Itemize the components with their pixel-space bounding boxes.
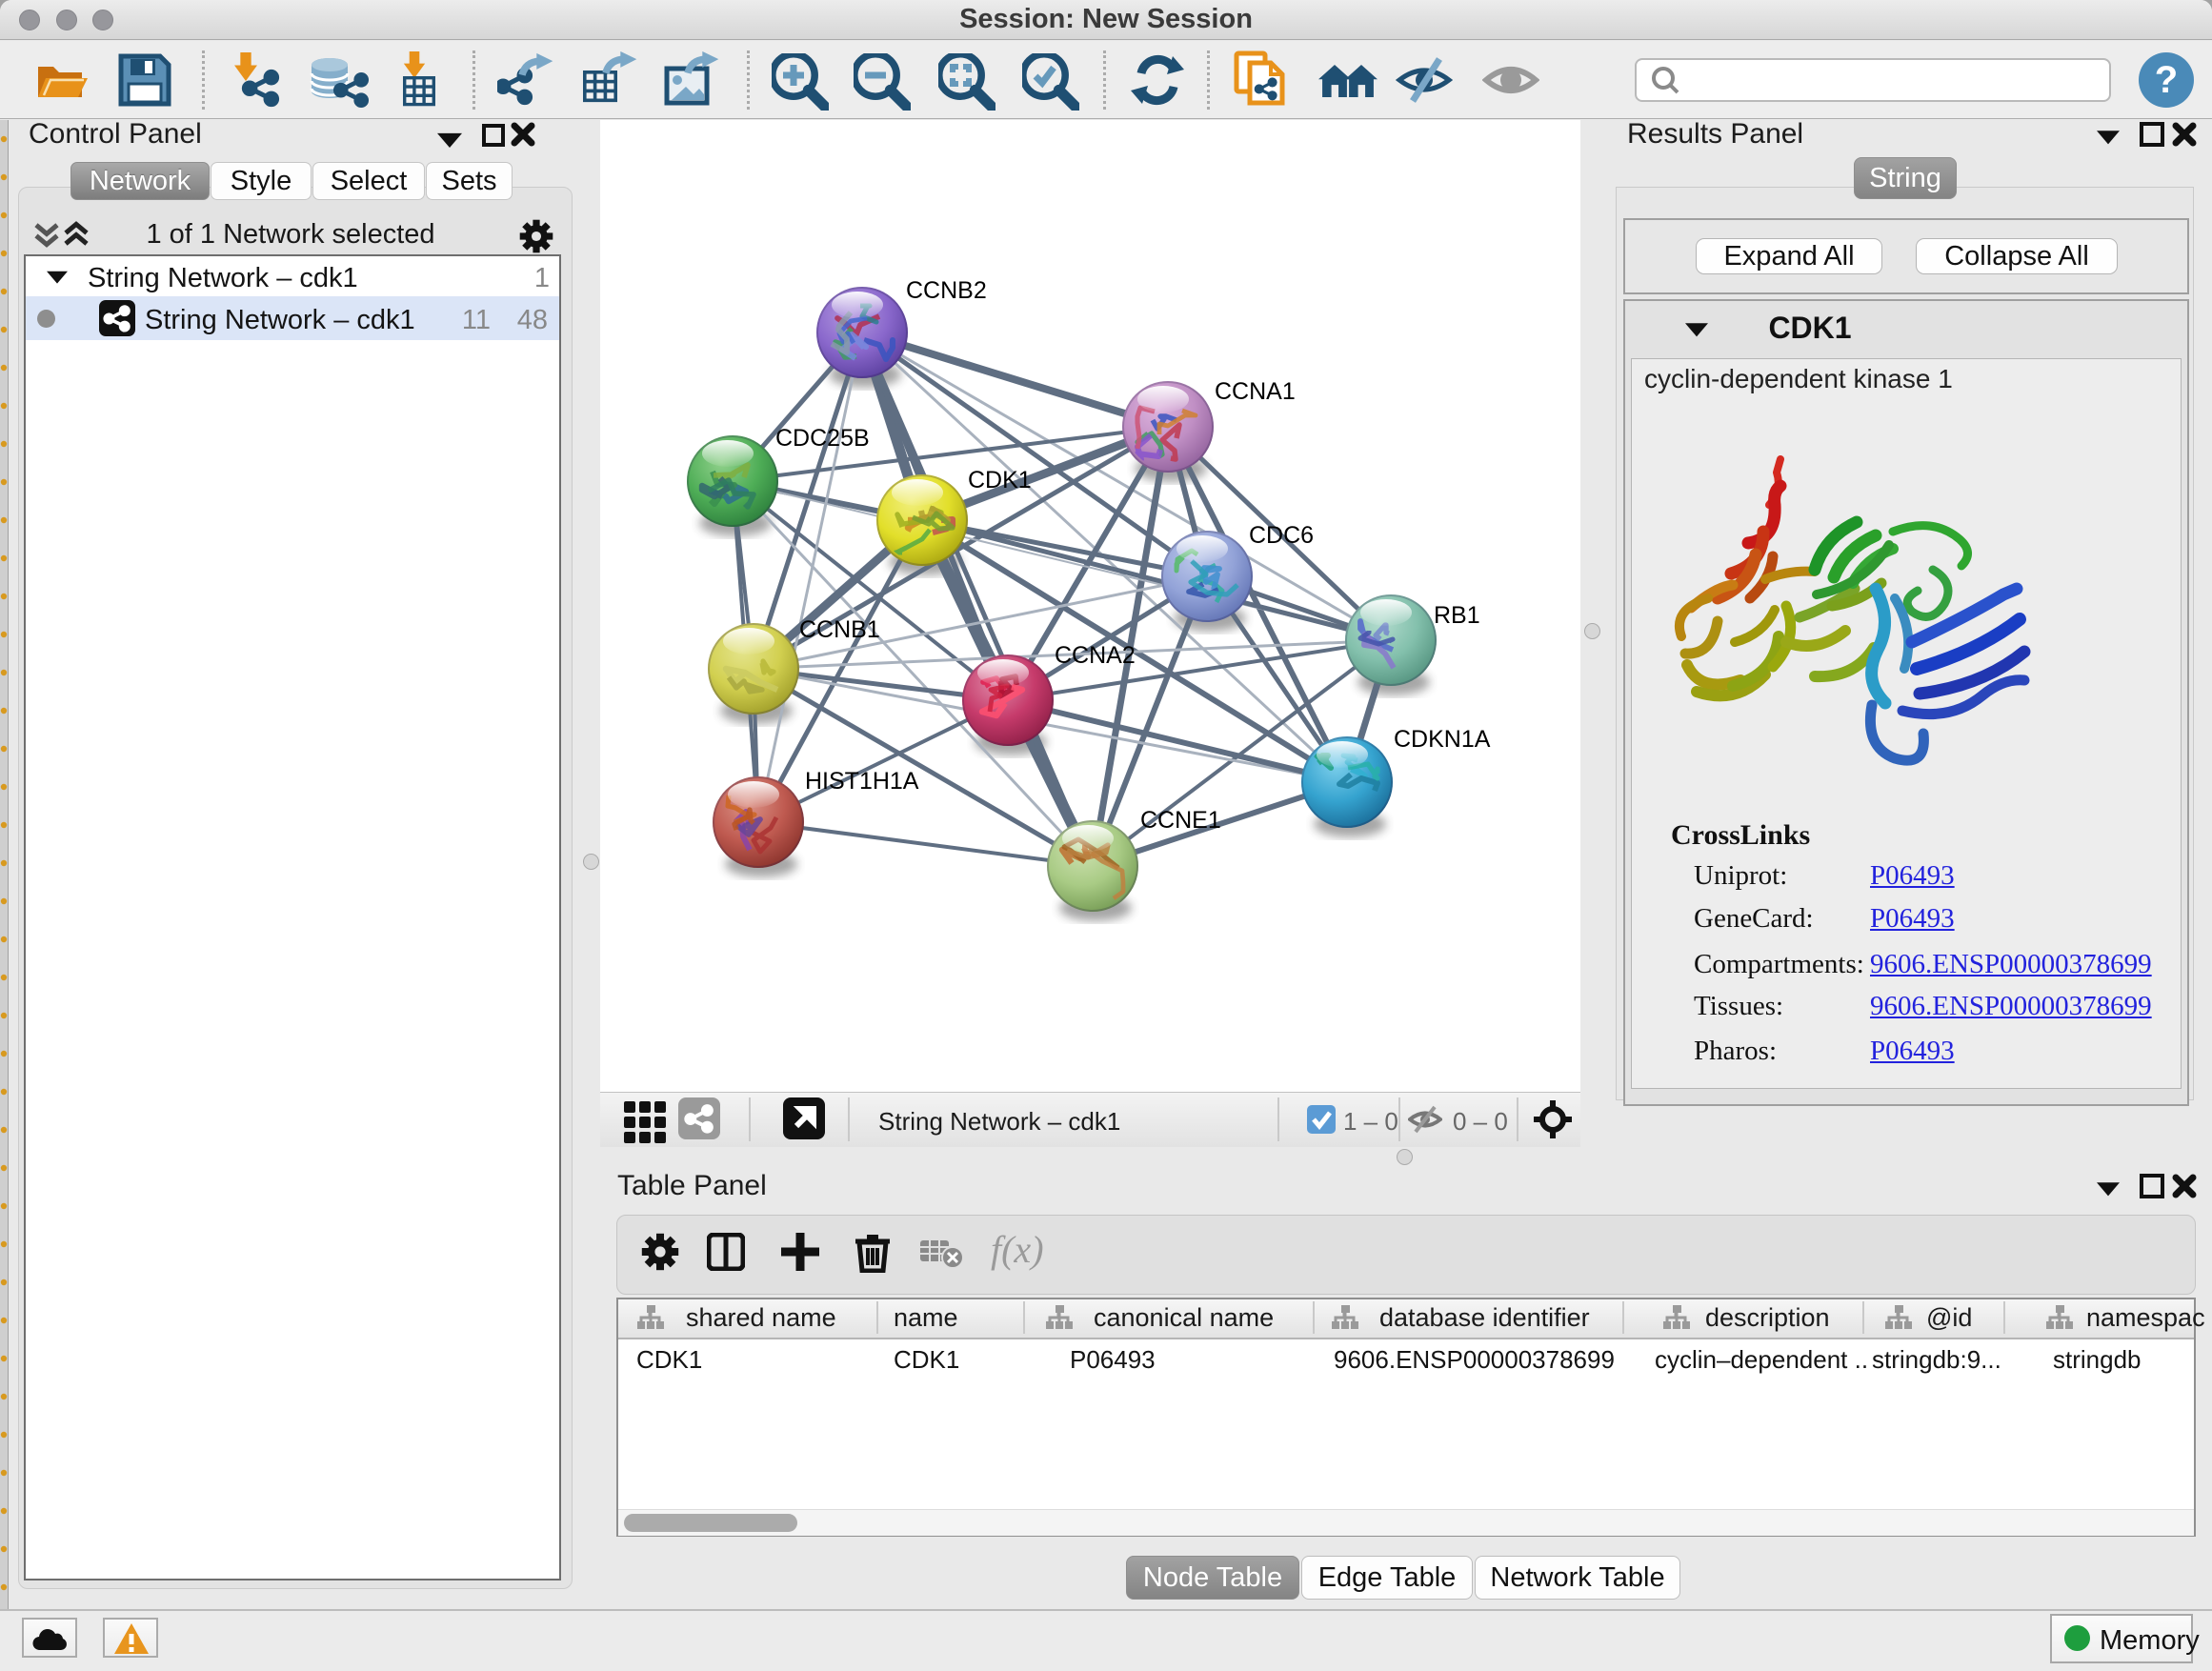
svg-text:CDK1: CDK1 bbox=[968, 467, 1032, 493]
svg-text:CCNA2: CCNA2 bbox=[1055, 642, 1136, 669]
svg-text:CDC25B: CDC25B bbox=[775, 425, 870, 452]
svg-text:CDKN1A: CDKN1A bbox=[1394, 726, 1491, 753]
svg-text:CCNE1: CCNE1 bbox=[1140, 807, 1221, 834]
svg-text:RB1: RB1 bbox=[1434, 602, 1480, 629]
svg-text:CCNB1: CCNB1 bbox=[799, 616, 880, 643]
svg-text:CCNA1: CCNA1 bbox=[1215, 378, 1296, 405]
svg-text:CCNB2: CCNB2 bbox=[906, 277, 987, 304]
svg-text:CDC6: CDC6 bbox=[1249, 522, 1314, 549]
svg-text:HIST1H1A: HIST1H1A bbox=[805, 768, 919, 795]
